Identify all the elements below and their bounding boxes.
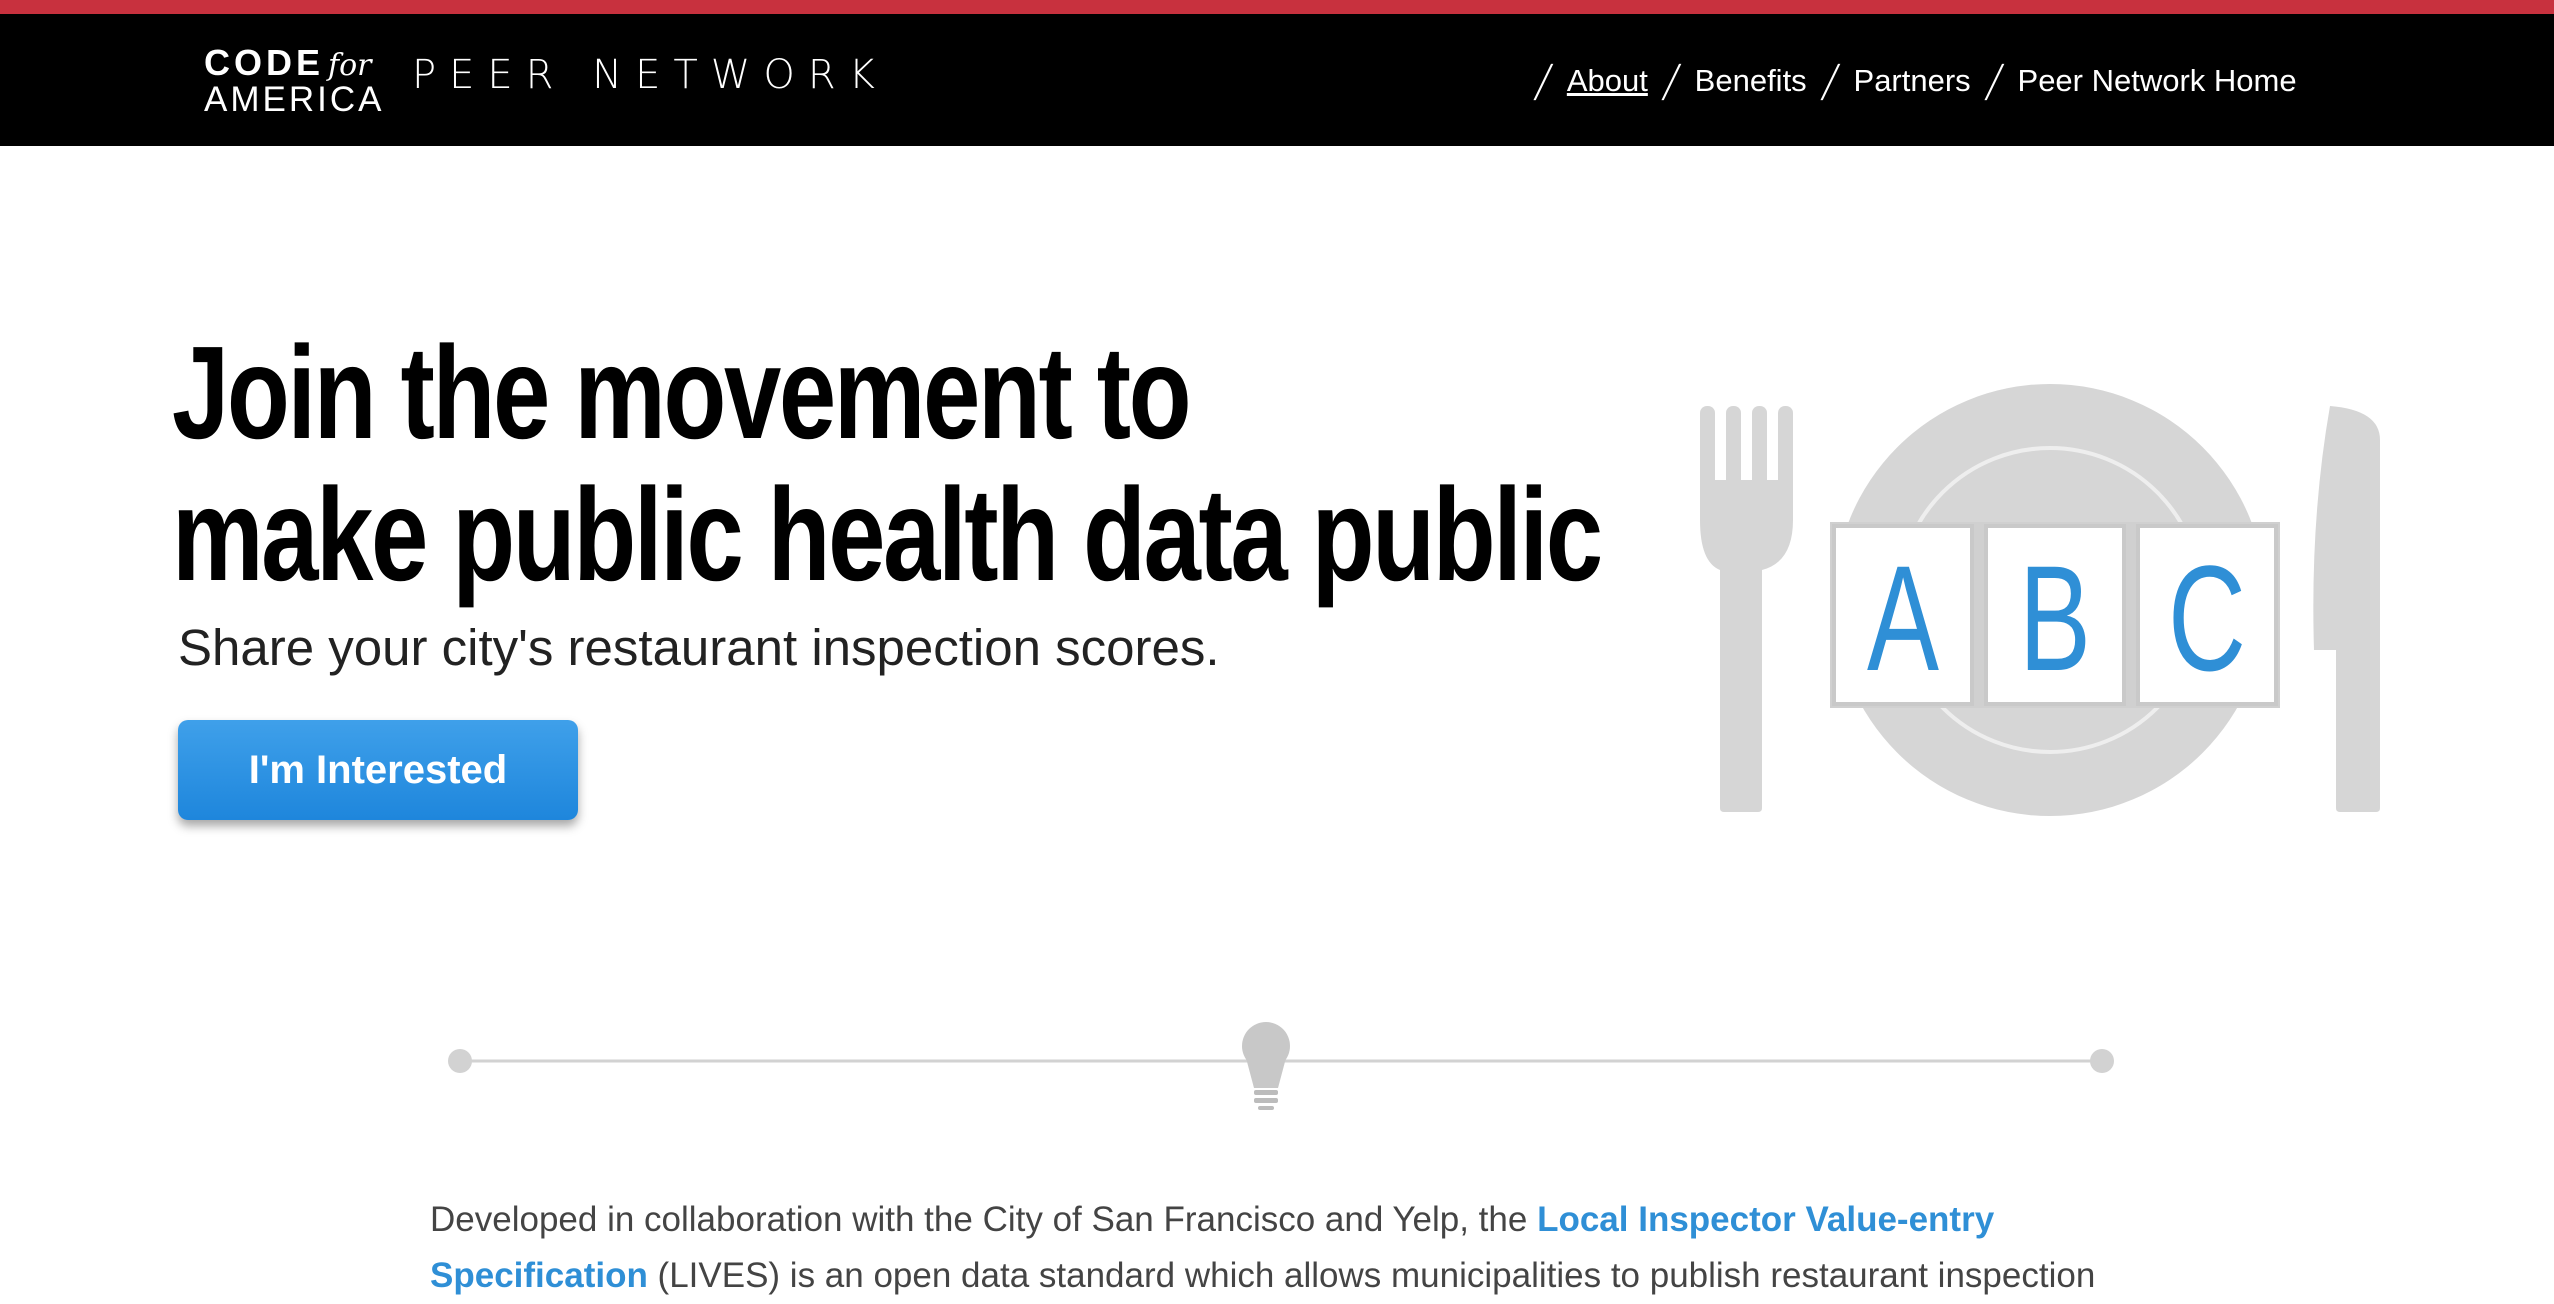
logo-for: for xyxy=(328,48,372,83)
divider-dot-left xyxy=(448,1049,472,1073)
logo-code: CODE xyxy=(204,42,325,83)
nav-link-peer-network-home[interactable]: Peer Network Home xyxy=(2018,63,2297,99)
knife-icon xyxy=(2313,406,2380,812)
logo-america: AMERICA xyxy=(204,80,385,119)
nav-separator: / xyxy=(1818,55,1843,107)
grade-b: B xyxy=(2019,535,2091,703)
intro-text-before-link: Developed in collaboration with the City… xyxy=(430,1200,1538,1239)
peer-network-wordmark: PEER NETWORK xyxy=(412,52,888,98)
section-divider xyxy=(448,1022,2114,1110)
nav-link-about[interactable]: About xyxy=(1567,63,1648,99)
main-nav: / About / Benefits / Partners / Peer Net… xyxy=(1520,55,2297,107)
grade-c: C xyxy=(2168,535,2246,703)
hero-title: Join the movement to make public health … xyxy=(172,319,1603,608)
intro-text-after-link: (LIVES) is an open data standard which a… xyxy=(647,1256,2096,1295)
hero-title-line-1: Join the movement to xyxy=(172,319,1192,466)
grade-cards: A B C xyxy=(1830,522,2280,708)
nav-separator: / xyxy=(1982,55,2007,107)
im-interested-button[interactable]: I'm Interested xyxy=(178,720,578,820)
restaurant-grade-illustration: A B C xyxy=(1700,384,2380,816)
site-header: CODE for AMERICA PEER NETWORK / About / … xyxy=(0,14,2554,146)
nav-link-benefits[interactable]: Benefits xyxy=(1695,63,1807,99)
divider-dot-right xyxy=(2090,1049,2114,1073)
grade-a: A xyxy=(1867,535,1939,703)
hero-subtitle: Share your city's restaurant inspection … xyxy=(178,619,1220,676)
fork-icon xyxy=(1700,406,1793,812)
nav-link-partners[interactable]: Partners xyxy=(1854,63,1971,99)
nav-separator: / xyxy=(1531,55,1556,107)
nav-separator: / xyxy=(1659,55,1684,107)
lightbulb-icon xyxy=(1242,1022,1290,1110)
top-accent-stripe xyxy=(0,0,2554,14)
hero-title-line-2: make public health data public xyxy=(172,461,1603,608)
lives-intro-paragraph: Developed in collaboration with the City… xyxy=(430,1192,2110,1304)
